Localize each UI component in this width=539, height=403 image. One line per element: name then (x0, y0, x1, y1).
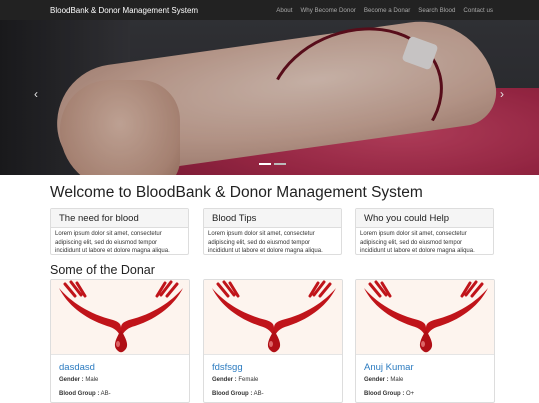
carousel-indicator-1[interactable] (259, 163, 271, 165)
info-panel: Who you could Help Lorem ipsum dolor sit… (355, 208, 494, 255)
navbar: BloodBank & Donor Management System Abou… (0, 0, 539, 20)
donor-gender: Gender : Male (59, 377, 98, 383)
nav-search-blood[interactable]: Search Blood (418, 7, 455, 14)
chevron-right-icon[interactable]: › (500, 88, 504, 100)
blood-group-label: Blood Group : (364, 391, 405, 397)
panel-body: Lorem ipsum dolor sit amet, consectetur … (360, 231, 475, 254)
blood-group-value: AB- (253, 391, 264, 397)
panel-body: Lorem ipsum dolor sit amet, consectetur … (208, 231, 323, 254)
blood-group-label: Blood Group : (59, 391, 100, 397)
donor-blood-group: Blood Group : AB- (59, 391, 111, 397)
donor-gender: Gender : Female (212, 377, 258, 383)
donor-card: fdsfsgg Gender : Female Blood Group : AB… (203, 279, 343, 403)
donor-blood-group: Blood Group : AB- (212, 391, 264, 397)
chevron-left-icon[interactable]: ‹ (34, 88, 38, 100)
carousel-overlay (0, 20, 539, 175)
donor-card: dasdasd Gender : Male Blood Group : AB- (50, 279, 190, 403)
hero-carousel: ‹ › (0, 20, 539, 175)
blood-donation-hands-image (356, 280, 494, 355)
nav-contact-us[interactable]: Contact us (463, 7, 493, 14)
gender-label: Gender : (59, 377, 84, 383)
brand-link[interactable]: BloodBank & Donor Management System (50, 6, 198, 15)
panel-title: The need for blood (51, 209, 188, 228)
donors-heading: Some of the Donar (50, 263, 155, 277)
donor-blood-group: Blood Group : O+ (364, 391, 414, 397)
nav-menu: About Why Become Donor Become a Donar Se… (268, 0, 493, 20)
welcome-heading: Welcome to BloodBank & Donor Management … (50, 184, 423, 201)
gender-label: Gender : (212, 377, 237, 383)
blood-donation-hands-icon (212, 280, 336, 353)
donor-card: Anuj Kumar Gender : Male Blood Group : O… (355, 279, 495, 403)
gender-value: Female (238, 377, 259, 383)
blood-donation-hands-icon (364, 280, 488, 353)
info-panel: Blood Tips Lorem ipsum dolor sit amet, c… (203, 208, 342, 255)
donor-name-link[interactable]: fdsfsgg (212, 362, 243, 373)
blood-donation-hands-icon (59, 280, 183, 353)
donor-name-link[interactable]: Anuj Kumar (364, 362, 414, 373)
donor-name-link[interactable]: dasdasd (59, 362, 95, 373)
donor-gender: Gender : Male (364, 377, 403, 383)
gender-value: Male (85, 377, 99, 383)
nav-why-become-donor[interactable]: Why Become Donor (300, 7, 355, 14)
panel-title: Who you could Help (356, 209, 493, 228)
nav-about[interactable]: About (276, 7, 292, 14)
blood-group-value: AB- (100, 391, 111, 397)
blood-group-value: O+ (406, 391, 415, 397)
panel-body: Lorem ipsum dolor sit amet, consectetur … (55, 231, 170, 254)
gender-value: Male (390, 377, 404, 383)
blood-donation-hands-image (204, 280, 342, 355)
blood-donation-hands-image (51, 280, 189, 355)
gender-label: Gender : (364, 377, 389, 383)
panel-title: Blood Tips (204, 209, 341, 228)
carousel-indicator-2[interactable] (274, 163, 286, 165)
info-panel: The need for blood Lorem ipsum dolor sit… (50, 208, 189, 255)
blood-group-label: Blood Group : (212, 391, 253, 397)
nav-become-donar[interactable]: Become a Donar (364, 7, 410, 14)
